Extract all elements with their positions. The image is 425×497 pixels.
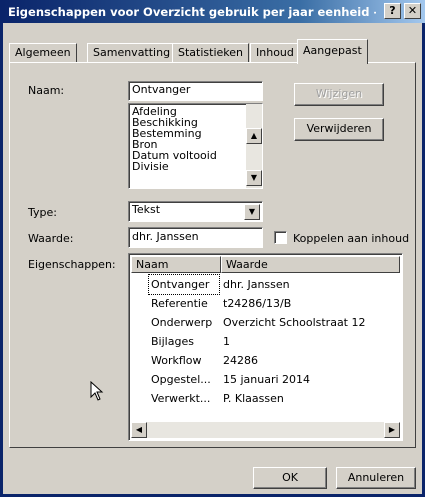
window-title: Eigenschappen voor Overzicht gebruik per… (8, 4, 376, 19)
scroll-left-icon[interactable]: ◀ (131, 422, 147, 438)
horizontal-scrollbar[interactable]: ◀ ▶ (131, 422, 400, 438)
cancel-button[interactable]: Annuleren (336, 467, 416, 489)
help-button[interactable]: ? (384, 3, 401, 19)
verwijderen-button[interactable]: Verwijderen (294, 118, 384, 141)
row-value: P. Klaassen (223, 392, 284, 405)
list-scrollbar[interactable]: ▲ ▼ (246, 104, 262, 188)
chevron-down-icon[interactable]: ▼ (244, 204, 260, 220)
koppelen-checkbox[interactable] (274, 231, 287, 244)
column-header-naam[interactable]: Naam (131, 256, 221, 273)
list-item[interactable]: Divisie (129, 161, 262, 172)
eigenschappen-label: Eigenschappen: (28, 258, 116, 271)
row-value: Overzicht Schoolstraat 12 (223, 316, 366, 329)
mouse-pointer-icon (90, 381, 104, 401)
waarde-label: Waarde: (28, 232, 74, 245)
row-name: Opgestel... (151, 373, 211, 386)
scroll-up-icon[interactable]: ▲ (246, 128, 262, 144)
tab-samenvatting[interactable]: Samenvatting (87, 43, 177, 63)
tab-inhoud[interactable]: Inhoud (250, 43, 300, 63)
tab-algemeen[interactable]: Algemeen (9, 43, 77, 63)
row-name: Referentie (151, 297, 208, 310)
scroll-right-icon[interactable]: ▶ (384, 422, 400, 438)
naam-options-list[interactable]: Afdeling Beschikking Bestemming Bron Dat… (128, 103, 263, 189)
close-button[interactable]: ✕ (404, 3, 421, 19)
row-name: Onderwerp (151, 316, 213, 329)
tab-aangepast[interactable]: Aangepast (297, 39, 368, 64)
waarde-input[interactable]: dhr. Janssen (128, 227, 263, 248)
ok-button[interactable]: OK (253, 467, 327, 489)
type-label: Type: (28, 206, 57, 219)
row-name: Verwerkt... (151, 392, 211, 405)
type-value: Tekst (132, 203, 161, 216)
title-bar[interactable]: Eigenschappen voor Overzicht gebruik per… (3, 0, 425, 23)
wijzigen-button[interactable]: Wijzigen (294, 83, 384, 106)
row-value: 15 januari 2014 (223, 373, 311, 386)
naam-label: Naam: (28, 84, 65, 97)
scroll-down-icon[interactable]: ▼ (246, 170, 262, 186)
row-name: Workflow (151, 354, 202, 367)
properties-list[interactable]: Naam Waarde Ontvanger dhr. Janssen Refer… (128, 253, 403, 441)
tab-statistieken[interactable]: Statistieken (172, 43, 249, 63)
row-value: dhr. Janssen (223, 278, 290, 291)
naam-input[interactable]: Ontvanger (128, 81, 263, 101)
properties-dialog: Eigenschappen voor Overzicht gebruik per… (0, 0, 425, 497)
row-value: 1 (223, 335, 230, 348)
row-value: t24286/13/B (223, 297, 292, 310)
type-select[interactable]: Tekst ▼ (128, 201, 263, 222)
row-name: Ontvanger (148, 274, 220, 295)
koppelen-label[interactable]: Koppelen aan inhoud (293, 232, 409, 245)
row-value: 24286 (223, 354, 258, 367)
column-header-waarde[interactable]: Waarde (221, 256, 400, 273)
row-name: Bijlages (151, 335, 194, 348)
custom-properties-panel: Naam: Ontvanger Afdeling Beschikking Bes… (9, 62, 416, 448)
